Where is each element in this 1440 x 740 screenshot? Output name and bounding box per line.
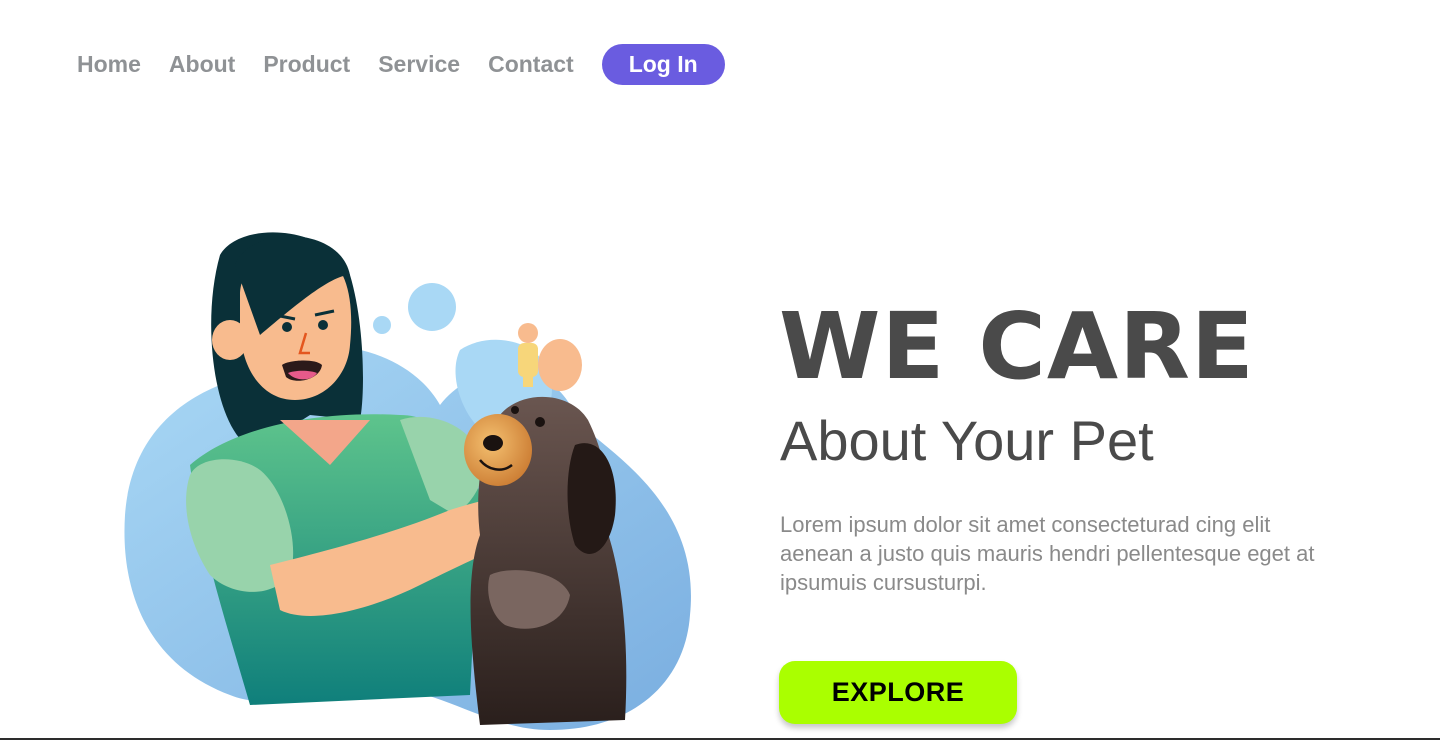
dropper-bottle (518, 343, 538, 377)
hand-right (538, 339, 582, 391)
nav-service-link[interactable]: Service (378, 51, 460, 78)
dog-eye-left (535, 417, 545, 427)
dog-nose (483, 435, 503, 451)
vet-with-dog-illustration (124, 232, 691, 730)
eye-left (282, 322, 292, 332)
dog-eye-right (511, 406, 519, 414)
fingertip (518, 323, 538, 343)
top-nav: Home About Product Service Contact Log I… (77, 44, 725, 85)
eye-right (318, 320, 328, 330)
hero-description: Lorem ipsum dolor sit amet consecteturad… (780, 512, 1315, 595)
login-button[interactable]: Log In (601, 44, 725, 85)
hero-title: WE CARE (779, 293, 1255, 400)
ear (212, 320, 248, 360)
nav-contact-link[interactable]: Contact (488, 51, 574, 78)
bubble-large (408, 283, 456, 331)
bubble-small (373, 316, 391, 334)
dropper-tip (523, 375, 533, 387)
explore-button[interactable]: EXPLORE (779, 661, 1017, 724)
hero-subtitle: About Your Pet (780, 409, 1154, 472)
dog-muzzle (464, 414, 532, 486)
nav-about-link[interactable]: About (169, 51, 235, 78)
nav-product-link[interactable]: Product (263, 51, 350, 78)
nav-home-link[interactable]: Home (77, 51, 141, 78)
